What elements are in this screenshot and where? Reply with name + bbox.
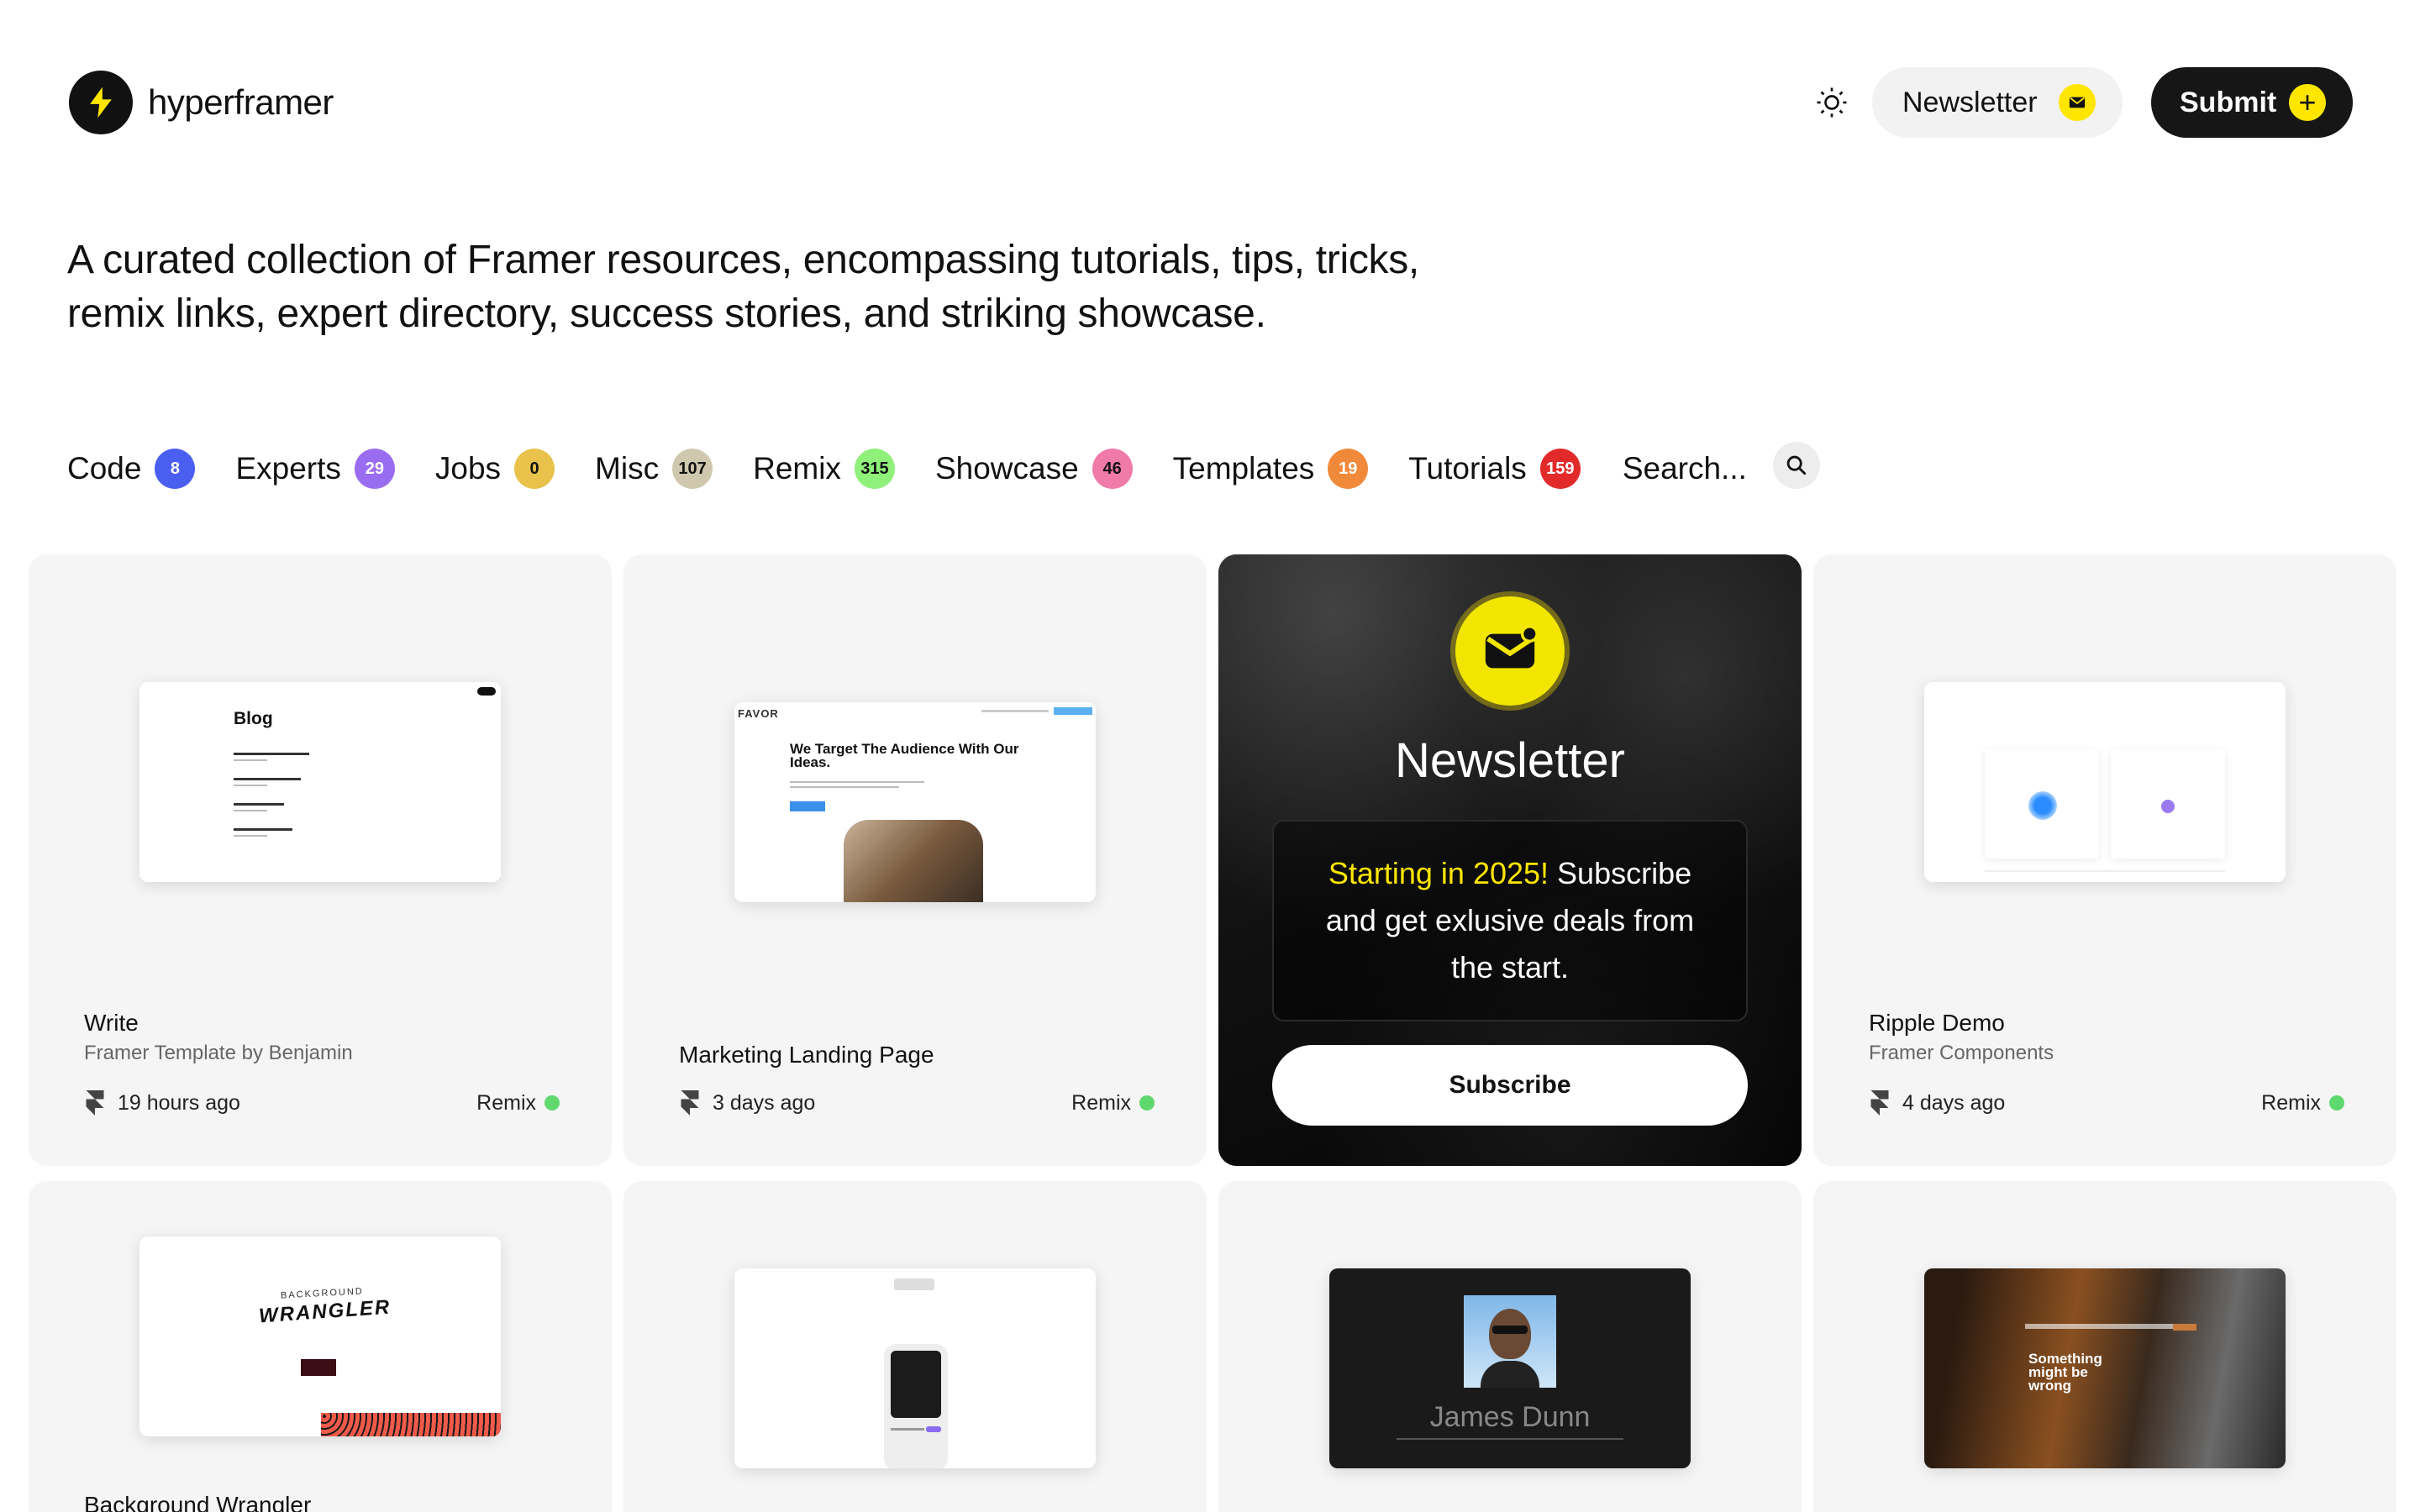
brand-name[interactable]: hyperframer (148, 82, 334, 123)
resource-card-portfolio[interactable]: James Dunn (1218, 1181, 1802, 1512)
hyperframer-logo[interactable] (69, 71, 133, 134)
card-subtitle: Framer Components (1869, 1042, 2054, 1064)
card-thumbnail (1924, 682, 2286, 882)
framer-icon (681, 1090, 699, 1116)
tagline: A curated collection of Framer resources… (67, 238, 1419, 336)
thumb-heading: WRANGLER (258, 1295, 392, 1328)
count-badge: 0 (514, 449, 555, 489)
count-badge: 315 (854, 449, 895, 489)
card-title: Ripple Demo (1869, 1010, 2005, 1036)
submit-button[interactable]: Submit + (2151, 67, 2353, 138)
filter-label: Code (67, 451, 142, 486)
count-badge: 8 (155, 449, 196, 489)
card-meta: 19 hours ago Remix (84, 1089, 560, 1117)
filter-label: Jobs (434, 451, 502, 486)
remix-tag[interactable]: Remix (476, 1091, 560, 1116)
ripple-dot-blue (2028, 791, 2057, 820)
tag-label: Remix (476, 1090, 536, 1115)
card-title: Write (84, 1010, 139, 1036)
card-thumbnail: James Dunn (1329, 1268, 1691, 1468)
newsletter-title: Newsletter (1395, 733, 1625, 788)
envelope-icon (1455, 596, 1565, 706)
theme-toggle-sun-icon[interactable] (1815, 86, 1849, 119)
portrait-image (1464, 1295, 1556, 1388)
resource-card-write[interactable]: Blog Write Framer Template by Benjamin 1… (29, 554, 612, 1166)
count-badge: 159 (1539, 449, 1581, 489)
filter-jobs[interactable]: Jobs 0 (435, 449, 555, 489)
status-dot (1139, 1095, 1155, 1110)
tag-label: Remix (1071, 1090, 1131, 1115)
submit-button-label: Submit (2180, 86, 2277, 118)
thumb-name: James Dunn (1429, 1401, 1591, 1433)
resource-card-phone-app[interactable] (623, 1181, 1207, 1512)
card-time: 19 hours ago (118, 1090, 240, 1115)
framer-icon (1870, 1090, 1889, 1116)
status-dot (2329, 1095, 2344, 1110)
newsletter-message: Starting in 2025! Subscribe and get exlu… (1272, 820, 1748, 1021)
resource-card-ripple[interactable]: Ripple Demo Framer Components 4 days ago… (1813, 554, 2396, 1166)
remix-tag[interactable]: Remix (2261, 1091, 2344, 1116)
filter-label: Remix (753, 451, 841, 486)
subscribe-button[interactable]: Subscribe (1272, 1045, 1748, 1126)
filter-showcase[interactable]: Showcase 46 (935, 449, 1133, 489)
newsletter-highlight: Starting in 2025! (1328, 856, 1549, 890)
search-input[interactable]: Search... (1623, 451, 1747, 486)
site-header: hyperframer Newsletter Submit + (0, 0, 2420, 202)
resource-card-interior[interactable]: Something might be wrong (1813, 1181, 2396, 1512)
lightning-icon (90, 87, 112, 118)
filter-label: Showcase (934, 451, 1079, 486)
filter-remix[interactable]: Remix 315 (753, 449, 895, 489)
mail-icon (2059, 84, 2096, 121)
card-thumbnail (734, 1268, 1096, 1468)
card-time: 3 days ago (713, 1090, 816, 1115)
thumb-heading: Something might be wrong (2028, 1351, 2102, 1394)
count-badge: 19 (1328, 449, 1369, 489)
card-meta: 3 days ago Remix (679, 1089, 1155, 1117)
newsletter-button-label: Newsletter (1902, 86, 2038, 118)
card-title: Background Wrangler (84, 1492, 312, 1512)
ripple-dot-purple (2161, 800, 2175, 813)
phone-mockup (884, 1344, 948, 1468)
framer-icon (86, 1090, 104, 1116)
card-thumbnail: Something might be wrong (1924, 1268, 2286, 1468)
status-dot (544, 1095, 560, 1110)
remix-tag[interactable]: Remix (1071, 1091, 1155, 1116)
filter-templates[interactable]: Templates 19 (1173, 449, 1369, 489)
count-badge: 29 (354, 449, 395, 489)
card-thumbnail: BACKGROUND WRANGLER (139, 1236, 501, 1436)
filter-label: Experts (235, 451, 341, 486)
thumb-heading: Blog (234, 709, 273, 728)
count-badge: 46 (1092, 449, 1133, 489)
filter-label: Tutorials (1408, 451, 1527, 486)
card-thumbnail: FAVOR We Target The Audience With Our Id… (734, 702, 1096, 902)
thumb-brand: FAVOR (738, 707, 779, 720)
filter-tutorials[interactable]: Tutorials 159 (1408, 449, 1581, 489)
card-subtitle: Framer Template by Benjamin (84, 1042, 353, 1064)
filter-label: Templates (1172, 451, 1315, 486)
thumb-heading: We Target The Audience With Our Ideas. (790, 741, 1019, 770)
resource-card-background-wrangler[interactable]: BACKGROUND WRANGLER Background Wrangler (29, 1181, 612, 1512)
card-title: Marketing Landing Page (679, 1042, 934, 1068)
newsletter-button[interactable]: Newsletter (1872, 67, 2123, 138)
count-badge: 107 (672, 449, 713, 489)
card-time: 4 days ago (1902, 1090, 2006, 1115)
tag-label: Remix (2261, 1090, 2321, 1115)
search-button[interactable] (1773, 442, 1820, 489)
search-icon (1786, 455, 1807, 475)
filter-code[interactable]: Code 8 (67, 449, 196, 489)
newsletter-card: Newsletter Starting in 2025! Subscribe a… (1218, 554, 1802, 1166)
plus-icon: + (2289, 84, 2326, 121)
card-meta: 4 days ago Remix (1869, 1089, 2344, 1117)
card-thumbnail: Blog (139, 682, 501, 882)
filter-label: Misc (595, 451, 660, 486)
category-filters: Code 8 Experts 29 Jobs 0 Misc 107 Remix … (67, 444, 1747, 494)
filter-experts[interactable]: Experts 29 (235, 449, 395, 489)
filter-misc[interactable]: Misc 107 (595, 449, 713, 489)
resource-card-marketing[interactable]: FAVOR We Target The Audience With Our Id… (623, 554, 1207, 1166)
